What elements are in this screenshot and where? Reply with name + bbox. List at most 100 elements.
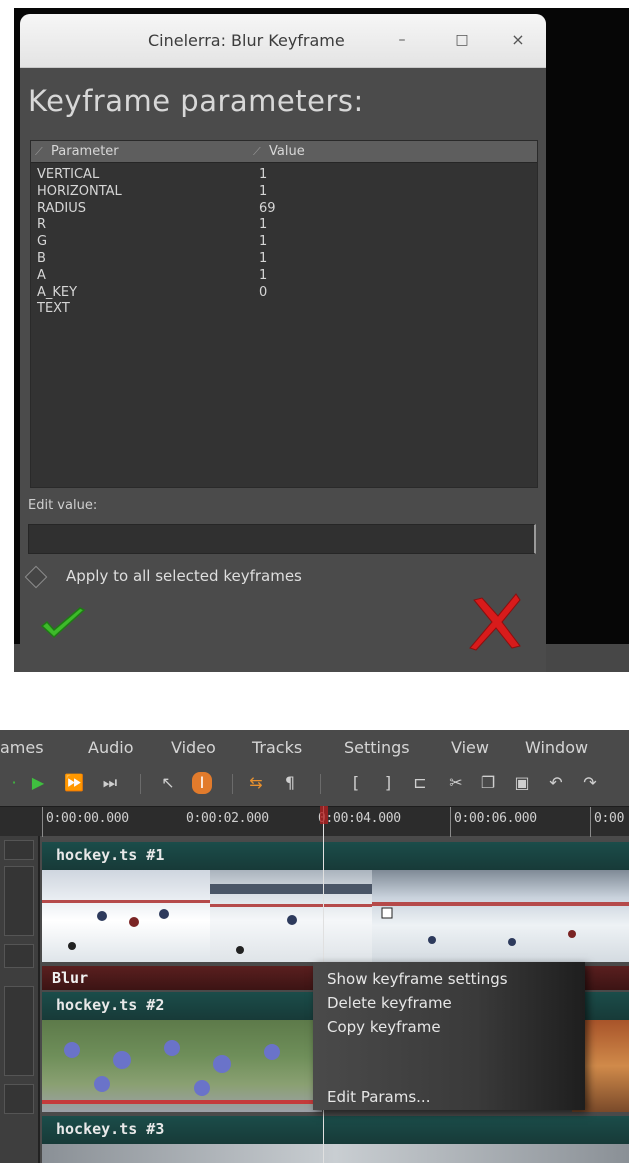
cross-icon [469,593,521,651]
table-row[interactable]: R1 [31,217,537,234]
toggle-icon[interactable]: ¶ [280,772,300,794]
patchbay-control[interactable] [4,840,34,860]
redo-icon[interactable]: ↷ [580,772,600,794]
close-button[interactable]: × [506,28,530,52]
ok-button[interactable] [38,604,88,644]
column-header-label: Value [269,144,305,159]
menu-item-delete-keyframe[interactable]: Delete keyframe [327,994,452,1012]
table-row[interactable]: RADIUS 69 [31,201,537,218]
menu-tracks[interactable]: Tracks [252,738,302,757]
column-header-label: Parameter [51,144,119,159]
param-value: 1 [259,167,268,182]
column-header-parameter[interactable]: ⟋ Parameter [35,144,119,159]
label-icon[interactable]: ⇆ [246,772,266,794]
menu-item-copy-keyframe[interactable]: Copy keyframe [327,1018,441,1036]
edit-value-input[interactable] [28,524,536,554]
param-value: 1 [259,217,268,233]
minimize-button[interactable]: – [390,28,414,52]
ruler-tick [42,807,43,837]
table-row[interactable]: A_KEY 0 [31,285,537,302]
table-row[interactable]: VERTICAL 1 [31,167,537,184]
param-value: 1 [259,250,268,266]
paste-icon[interactable]: ▣ [512,772,532,794]
dialog-body: Keyframe parameters: ⟋ Parameter ⟋ Value V… [20,68,546,672]
play-reverse-icon[interactable]: · [4,772,24,794]
dialog-screenshot-area: Cinelerra: Blur Keyframe – □ × Keyframe … [0,0,629,680]
arrow-tool-icon[interactable]: ↖ [158,772,178,794]
param-value: 0 [259,284,268,300]
menu-audio[interactable]: Audio [88,738,133,757]
keyframe-context-menu: Show keyframe settings Delete keyframe C… [313,962,585,1110]
video-thumbnail [372,870,629,962]
skip-end-icon[interactable]: ⏭ [100,772,120,794]
timecode-label: 0:00:06.000 [454,811,537,826]
cancel-button[interactable] [462,592,524,652]
track-title[interactable]: hockey.ts #3 [42,1116,629,1144]
splice-icon[interactable]: ⊏ [410,772,430,794]
edit-value-label: Edit value: [28,498,98,513]
table-body: VERTICAL 1 HORIZONTAL 1 RADIUS 69 R1 G1 B1 … [31,167,537,318]
param-value: 1 [259,183,268,199]
patchbay-control[interactable] [4,1084,34,1114]
param-name: RADIUS [37,200,87,216]
parameter-table[interactable]: ⟋ Parameter ⟋ Value VERTICAL 1 HORIZONTAL 1 … [30,140,538,488]
table-row[interactable]: G1 [31,234,537,251]
patchbay-control[interactable] [4,986,34,1076]
timeline-ruler[interactable]: 0:00:00.000 0:00:02.000 0:00:04.000 0:00… [0,806,629,837]
param-value: 1 [259,234,268,250]
timecode-label: 0:00:04.000 [318,811,401,826]
play-icon[interactable]: ▶ [28,772,48,794]
timecode-label: 0:00 [594,811,625,826]
toolbar-separator [140,774,141,794]
toolbar: · ▶ ⏩ ⏭ ↖ I ⇆ ¶ [ ] ⊏ ✂ ❐ ▣ ↶ ↷ [0,766,629,806]
menu-frames[interactable]: ames [0,738,44,757]
video-thumbnail [42,1020,322,1112]
track-thumbnails[interactable] [42,870,629,962]
menu-video[interactable]: Video [171,738,216,757]
hockey-frame-image [42,900,210,950]
param-value: 69 [259,200,276,216]
track-thumbnails[interactable] [42,1144,629,1163]
column-header-value[interactable]: ⟋ Value [253,144,305,159]
dialog-titlebar[interactable]: Cinelerra: Blur Keyframe – □ × [20,14,546,68]
patchbay-control[interactable] [4,944,34,968]
undo-icon[interactable]: ↶ [546,772,566,794]
param-name: VERTICAL [37,167,100,182]
param-value: 1 [259,267,268,283]
in-point-icon[interactable]: [ [346,772,366,794]
menubar: ames Audio Video Tracks Settings View Wi… [0,730,629,766]
ibeam-tool-icon[interactable]: I [192,772,212,794]
video-thumbnail [42,870,210,962]
menu-window[interactable]: Window [525,738,588,757]
timecode-label: 0:00:02.000 [186,811,269,826]
menu-item-show-keyframe-settings[interactable]: Show keyframe settings [327,970,508,988]
patchbay [0,836,40,1163]
checkmark-icon [40,607,86,639]
menu-settings[interactable]: Settings [344,738,410,757]
ruler-tick [590,807,591,837]
maximize-button[interactable]: □ [450,28,474,52]
column-resize-icon: ⟋ [35,145,43,158]
menu-item-edit-params[interactable]: Edit Params... [327,1088,430,1106]
ruler-tick [450,807,451,837]
track-title[interactable]: hockey.ts #1 [42,842,629,870]
table-row[interactable]: HORIZONTAL 1 [31,184,537,201]
menu-view[interactable]: View [451,738,489,757]
page-title: Keyframe parameters: [28,84,364,118]
hockey-frame-image [210,884,372,954]
window-edge [546,644,629,672]
param-name: TEXT [37,301,70,317]
apply-all-checkbox[interactable] [24,565,48,589]
fast-forward-icon[interactable]: ⏩ [64,772,84,794]
toolbar-separator [232,774,233,794]
playhead-marker[interactable] [320,806,328,824]
table-row[interactable]: B1 [31,251,537,268]
patchbay-control[interactable] [4,866,34,936]
dialog-title: Cinelerra: Blur Keyframe [148,31,345,50]
out-point-icon[interactable]: ] [378,772,398,794]
cut-icon[interactable]: ✂ [446,772,466,794]
copy-icon[interactable]: ❐ [478,772,498,794]
table-row[interactable]: TEXT [31,301,537,318]
param-name: A_KEY [37,284,78,300]
table-row[interactable]: A1 [31,268,537,285]
